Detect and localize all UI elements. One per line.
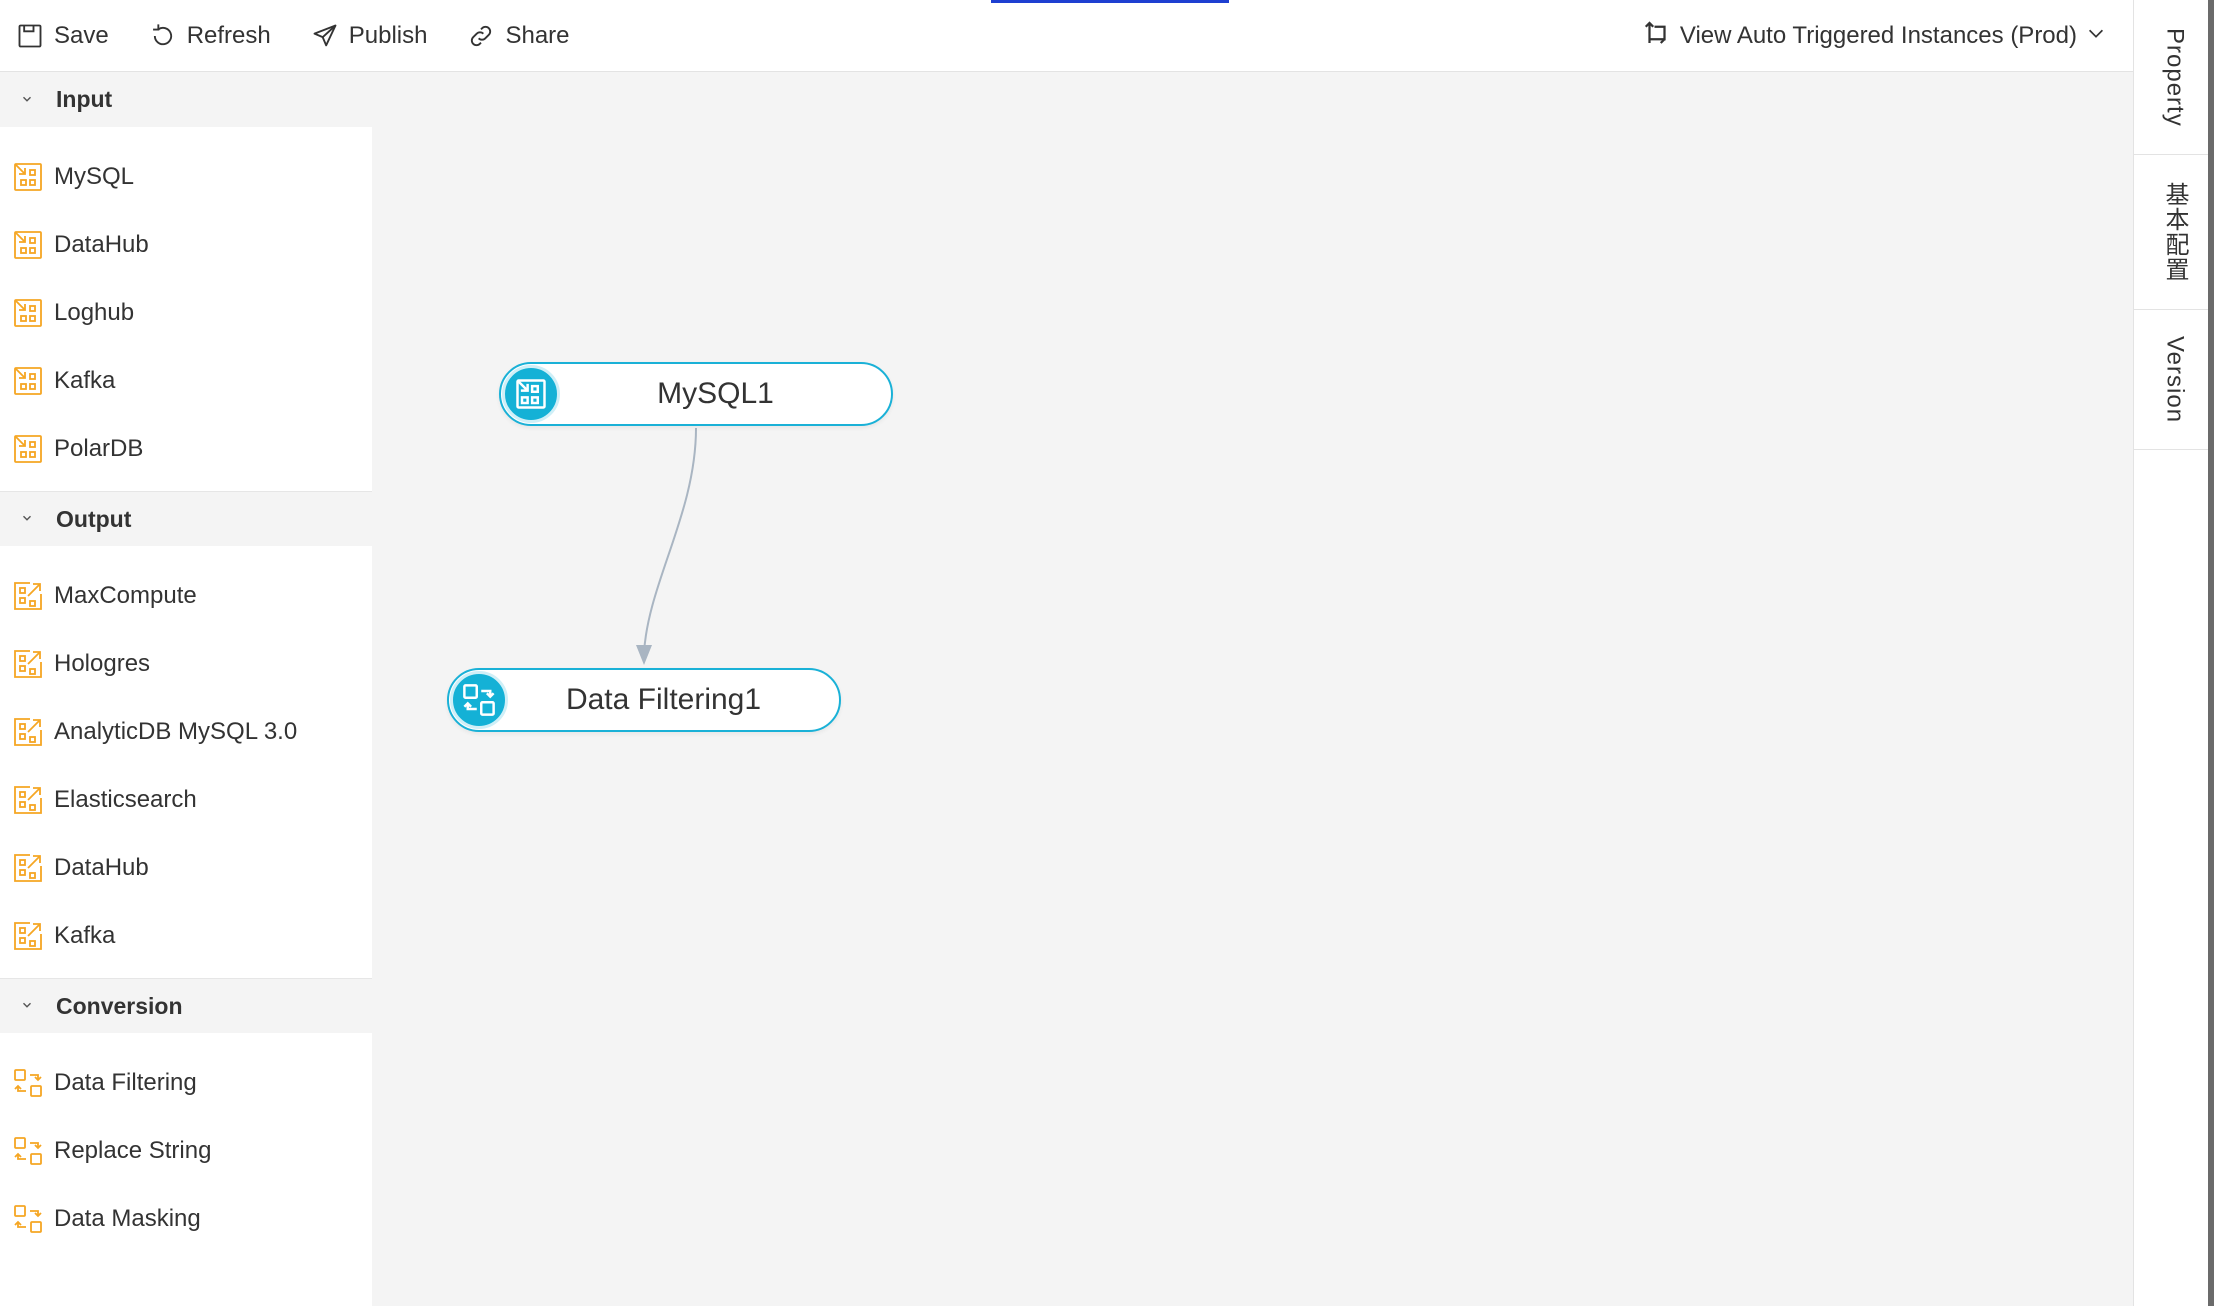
item-label: DataHub xyxy=(54,854,149,881)
output-sink-icon xyxy=(12,852,44,884)
node-label: MySQL1 xyxy=(657,377,774,410)
palette-item-elasticsearch[interactable]: Elasticsearch xyxy=(0,766,372,834)
refresh-icon xyxy=(147,20,179,52)
output-sink-icon xyxy=(12,920,44,952)
group-label: Output xyxy=(56,505,132,532)
palette-item-datahub[interactable]: DataHub xyxy=(0,211,372,279)
tab-label: Property xyxy=(2161,27,2189,127)
item-label: Kafka xyxy=(54,922,116,949)
share-label: Share xyxy=(505,21,570,49)
tab-basic-config[interactable]: 基本配置 xyxy=(2134,155,2214,310)
output-sink-icon xyxy=(12,580,44,612)
flow-canvas[interactable]: MySQL1 Data Filtering1 xyxy=(372,73,2133,1306)
group-header-conversion[interactable]: Conversion xyxy=(0,978,372,1033)
palette-item-loghub[interactable]: Loghub xyxy=(0,279,372,347)
publish-label: Publish xyxy=(348,21,428,49)
conversion-icon xyxy=(12,1067,44,1099)
node-label: Data Filtering1 xyxy=(565,683,762,716)
palette-item-hologres[interactable]: Hologres xyxy=(0,630,372,698)
tab-version[interactable]: Version xyxy=(2134,310,2214,450)
group-header-input[interactable]: Input xyxy=(0,72,372,127)
active-tab-indicator xyxy=(991,0,1229,3)
right-panel-rail: Property 基本配置 Version xyxy=(2133,0,2214,1306)
item-label: AnalyticDB MySQL 3.0 xyxy=(54,718,298,745)
item-label: Data Masking xyxy=(54,1205,201,1232)
tab-property[interactable]: Property xyxy=(2134,0,2214,155)
chevron-down-icon xyxy=(20,511,36,527)
item-label: Data Filtering xyxy=(54,1069,197,1096)
input-node-icon xyxy=(502,365,560,423)
tab-label: Version xyxy=(2161,335,2189,424)
paper-plane-icon xyxy=(309,20,341,52)
palette-item-replace-string[interactable]: Replace String xyxy=(0,1117,372,1185)
item-label: MySQL xyxy=(54,163,135,190)
component-palette: Input MySQL DataHub Loghub Kafka PolarDB… xyxy=(0,72,372,1306)
item-label: Hologres xyxy=(54,650,151,677)
group-label: Conversion xyxy=(56,992,183,1019)
palette-item-kafka-output[interactable]: Kafka xyxy=(0,902,372,970)
palette-item-analyticdb[interactable]: AnalyticDB MySQL 3.0 xyxy=(0,698,372,766)
conversion-icon xyxy=(12,1203,44,1235)
item-label: DataHub xyxy=(54,231,149,258)
palette-item-data-filtering[interactable]: Data Filtering xyxy=(0,1049,372,1117)
conversion-icon xyxy=(12,1135,44,1167)
flow-node-mysql1[interactable]: MySQL1 xyxy=(499,362,893,426)
item-label: Loghub xyxy=(54,299,135,326)
refresh-label: Refresh xyxy=(186,21,271,49)
output-sink-icon xyxy=(12,716,44,748)
save-icon xyxy=(14,20,46,52)
group-label: Input xyxy=(56,86,113,112)
conversion-node-icon xyxy=(450,671,508,729)
refresh-button[interactable]: Refresh xyxy=(147,16,271,56)
chevron-down-icon xyxy=(20,92,36,108)
view-instances-label: View Auto Triggered Instances (Prod) xyxy=(1679,22,2077,49)
output-sink-icon xyxy=(12,648,44,680)
save-button[interactable]: Save xyxy=(14,16,109,56)
palette-item-polardb[interactable]: PolarDB xyxy=(0,415,372,483)
group-items-output: MaxCompute Hologres AnalyticDB MySQL 3.0… xyxy=(0,546,372,978)
group-items-input: MySQL DataHub Loghub Kafka PolarDB xyxy=(0,127,372,491)
chevron-down-icon xyxy=(20,998,36,1014)
link-icon xyxy=(465,20,497,52)
publish-button[interactable]: Publish xyxy=(309,16,428,56)
scrollbar-track xyxy=(2208,0,2214,1306)
swap-icon xyxy=(1642,18,1680,55)
tab-label: 基本配置 xyxy=(2161,182,2188,282)
input-source-icon xyxy=(12,433,44,465)
chevron-down-icon xyxy=(2077,22,2107,51)
view-instances-dropdown[interactable]: View Auto Triggered Instances (Prod) xyxy=(1642,16,2107,56)
share-button[interactable]: Share xyxy=(465,16,570,56)
item-label: Elasticsearch xyxy=(54,786,197,813)
input-source-icon xyxy=(12,229,44,261)
flow-node-data-filtering1[interactable]: Data Filtering1 xyxy=(447,668,841,732)
save-label: Save xyxy=(54,21,109,49)
palette-item-data-masking[interactable]: Data Masking xyxy=(0,1185,372,1253)
item-label: Kafka xyxy=(54,367,116,394)
palette-item-maxcompute[interactable]: MaxCompute xyxy=(0,562,372,630)
group-items-conversion: Data Filtering Replace String Data Maski… xyxy=(0,1033,372,1261)
group-header-output[interactable]: Output xyxy=(0,491,372,546)
input-source-icon xyxy=(12,161,44,193)
item-label: MaxCompute xyxy=(54,582,197,609)
palette-item-mysql[interactable]: MySQL xyxy=(0,143,372,211)
input-source-icon xyxy=(12,365,44,397)
input-source-icon xyxy=(12,297,44,329)
app-root: Save Refresh Publish Share View Auto Tri… xyxy=(0,0,2214,1306)
output-sink-icon xyxy=(12,784,44,816)
item-label: Replace String xyxy=(54,1137,212,1164)
item-label: PolarDB xyxy=(54,435,144,462)
palette-item-kafka[interactable]: Kafka xyxy=(0,347,372,415)
palette-item-datahub-output[interactable]: DataHub xyxy=(0,834,372,902)
